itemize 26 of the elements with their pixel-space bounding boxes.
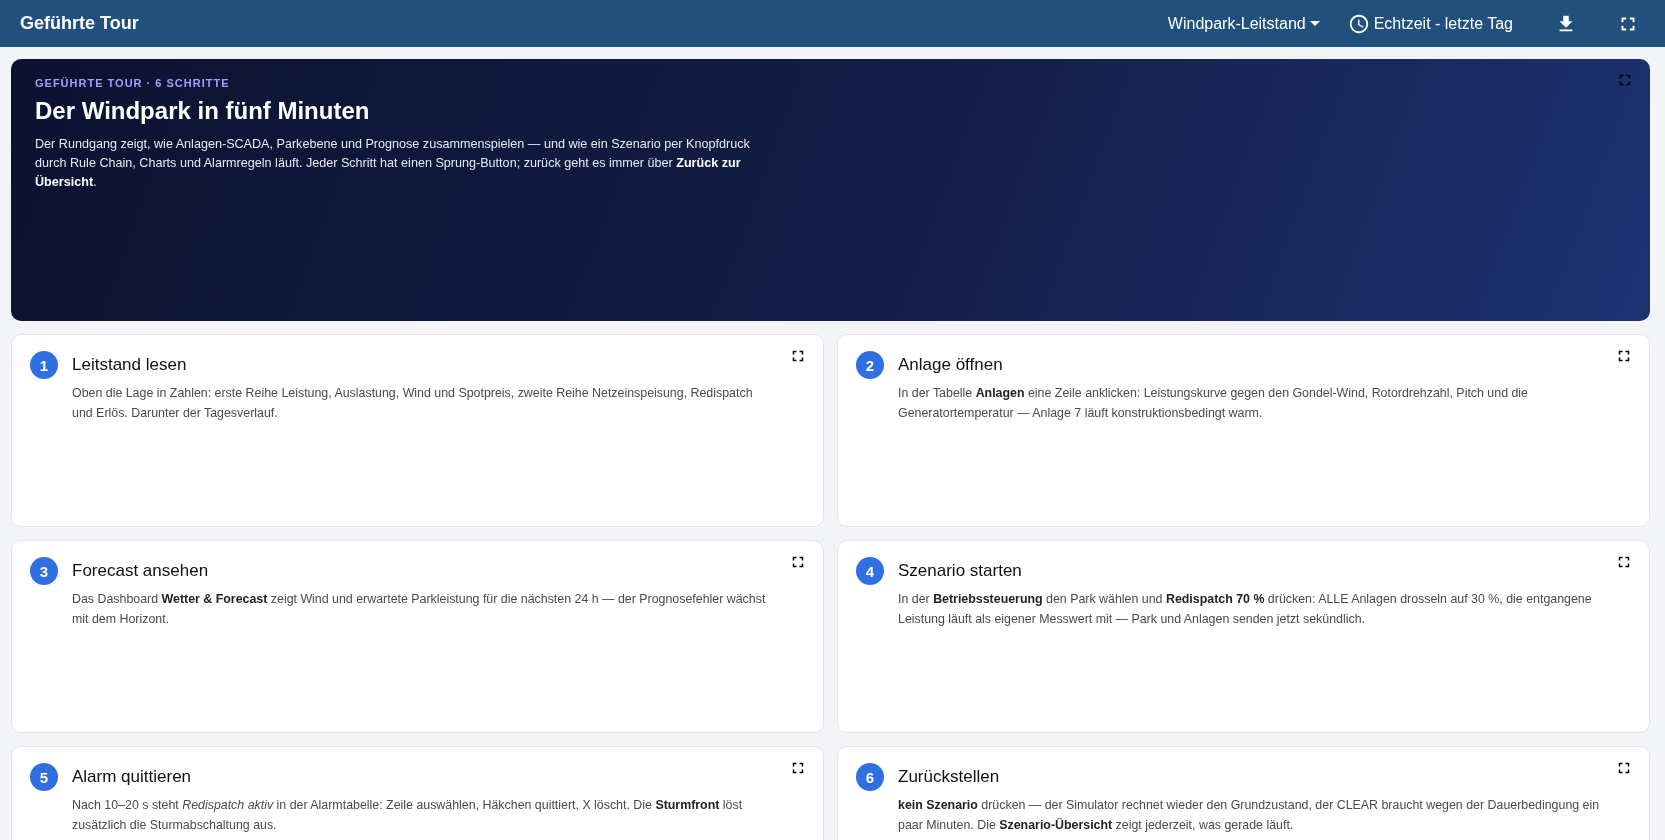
hero-text: Der Rundgang zeigt, wie Anlagen-SCADA, Parkebene und Prognose zusammenspielen — und wie ein Szenario per Knopfdruck durch Rule Chain, Charts und Alarmregeln läuft. Jeder Schritt hat einen Sprung-Button; zurück geht es immer über Zurück zur Übersicht. [35,136,751,191]
step-number: 5 [30,763,58,791]
clock-icon [1347,12,1370,35]
step-title: Anlage öffnen [898,355,1004,375]
step-text: In der Betriebssteuerung den Park wählen und Redispatch 70 % drücken: ALLE Anlagen drosseln auf 30 %, die entgangene Leistung läuft als eigener Messwert mit — Park und Anlagen senden jetzt sekündlich. [898,591,1593,628]
dashboard-selector[interactable]: Windpark-Leitstand [1159,8,1328,39]
step-number: 6 [856,763,884,791]
time-window-button[interactable]: Echtzeit - letzte Tag [1339,6,1521,41]
step-title: Zurückstellen [898,767,1001,787]
step-title: Alarm quittieren [72,767,193,787]
step-text: Oben die Lage in Zahlen: erste Reihe Leistung, Auslastung, Wind und Spotpreis, zweite Reihe Netzeinspeisung, Redispatch und Erlös. Darunter der Tagesverlauf. [72,385,754,422]
step-number: 1 [30,351,58,379]
step-number: 4 [856,557,884,585]
step-title: Szenario starten [898,561,1023,581]
eyebrow-text: GEFÜHRTE TOUR · 6 SCHRITTE [35,77,231,89]
step-text: In der Tabelle Anlagen eine Zeile anklicken: Leistungskurve gegen den Gondel-Wind, Rotordrehzahl, Pitch und die Generatortemperatur — Anlage 7 läuft konstruktionsbedingt warm. [898,385,1529,422]
step-text: Nach 10–20 s steht Redispatch aktiv in der Alarmtabelle: Zeile auswählen, Häkchen quittiert, X löscht. Die Sturmfront löst zusätzlich die Sturmabschaltung aus. [72,797,744,834]
step-number: 2 [856,351,884,379]
step-title: Leitstand lesen [72,355,188,375]
page-title: Geführte Tour [20,13,139,34]
step-text: kein Szenario drücken — der Simulator rechnet wieder den Grundzustand, der CLEAR braucht wegen der Dauerbedingung ein paar Minuten. Die Szenario-Übersicht zeigt jederzeit, was gerade läuft. [898,797,1601,834]
step-title: Forecast ansehen [72,561,210,581]
hero-title: Der Windpark in fünf Minuten [35,97,371,125]
step-text: Das Dashboard Wetter & Forecast zeigt Wind und erwartete Parkleistung für die nächsten 24 h — der Prognosefehler wächst mit dem Horizont. [72,591,767,628]
step-number: 3 [30,557,58,585]
caret-icon [1309,21,1320,26]
